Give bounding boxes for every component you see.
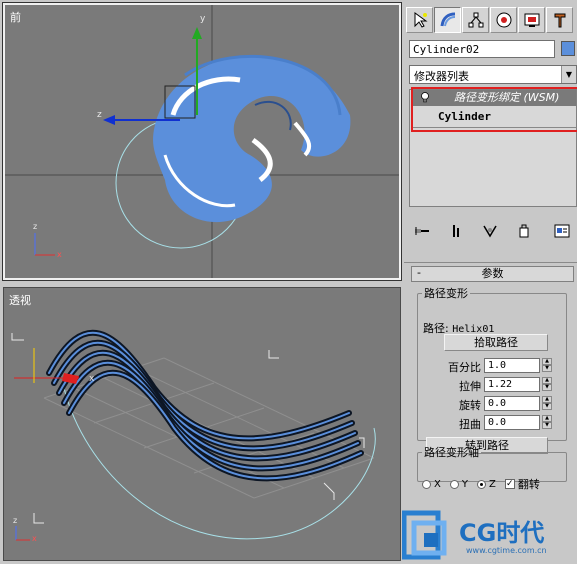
remove-modifier-icon <box>519 224 529 238</box>
flip-check-mark: ✓ <box>504 479 515 489</box>
modify-icon <box>440 12 455 27</box>
percent-field[interactable] <box>484 358 540 373</box>
modify-tab[interactable] <box>434 7 461 33</box>
axis-tripod: z x <box>13 516 37 543</box>
utilities-tab[interactable] <box>546 7 573 33</box>
path-deform-axis-group: 路径变形轴 X Y Z ✓ 翻转 <box>417 444 567 491</box>
object-name-row <box>409 40 577 58</box>
flip-label: 翻转 <box>517 478 540 491</box>
percent-spinner[interactable]: ▲ ▼ <box>542 358 552 373</box>
modifier-list-dropdown[interactable]: 修改器列表 ▼ <box>409 65 577 84</box>
make-unique-button[interactable] <box>480 222 500 240</box>
object-color-swatch[interactable] <box>561 41 575 56</box>
stretch-spinner-row: 拉伸 ▲▼ <box>418 377 568 393</box>
object-name-field[interactable] <box>409 40 555 58</box>
pick-path-button[interactable]: 拾取路径 <box>444 334 548 351</box>
deformed-cylinder-shape <box>153 54 351 223</box>
cgtime-watermark: CG时代 www.cgtime.com.cn <box>402 505 577 563</box>
display-tab[interactable] <box>518 7 545 33</box>
rotation-field[interactable] <box>484 396 540 411</box>
twist-spinner[interactable]: ▲ ▼ <box>542 415 552 430</box>
radio-y <box>449 479 459 489</box>
front-viewport[interactable]: 前 y z z x <box>2 2 402 281</box>
configure-sets-icon <box>554 224 570 238</box>
pin-stack-button[interactable] <box>412 222 432 240</box>
path-deform-group: 路径变形 路径: Helix01 拾取路径 百分比 ▲▼ 拉伸 ▲▼ 旋转 ▲▼… <box>417 285 568 454</box>
watermark-url: www.cgtime.com.cn <box>466 546 547 555</box>
perspective-viewport-label[interactable]: 透视 <box>9 292 31 308</box>
make-unique-icon <box>483 225 497 238</box>
front-viewport-label[interactable]: 前 <box>10 9 21 25</box>
modifier-list-label: 修改器列表 <box>414 70 469 83</box>
configure-sets-button[interactable] <box>552 222 572 240</box>
axis-x-label: X <box>434 478 441 490</box>
svg-text:z: z <box>33 222 37 231</box>
svg-text:y: y <box>200 14 206 24</box>
panel-divider <box>404 262 577 263</box>
axis-z-radio[interactable]: Z <box>476 478 496 490</box>
twist-label: 扭曲 <box>459 418 481 431</box>
axis-x-radio[interactable]: X <box>422 479 441 490</box>
create-icon <box>414 12 428 28</box>
hierarchy-icon <box>468 12 483 28</box>
perspective-viewport[interactable]: 透视 x z x <box>3 287 401 561</box>
remove-modifier-button[interactable] <box>514 222 534 240</box>
motion-icon <box>496 12 511 28</box>
show-end-result-button[interactable] <box>446 222 466 240</box>
svg-text:x: x <box>32 534 37 543</box>
motion-tab[interactable] <box>490 7 517 33</box>
svg-text:x: x <box>89 374 95 384</box>
watermark-brand: CG时代 <box>459 519 545 547</box>
show-end-result-icon <box>453 225 459 237</box>
rotation-spinner-row: 旋转 ▲▼ <box>418 396 568 412</box>
twist-spinner-row: 扭曲 ▲▼ <box>418 415 568 431</box>
rotation-spinner[interactable]: ▲ ▼ <box>542 396 552 411</box>
rotation-label: 旋转 <box>459 399 481 412</box>
parameters-rollout-title: 参数 <box>481 267 504 280</box>
pin-stack-icon <box>415 227 429 235</box>
axis-y-radio[interactable]: Y <box>449 478 468 490</box>
svg-text:z: z <box>97 110 102 120</box>
percent-label: 百分比 <box>448 361 481 374</box>
display-icon <box>524 13 539 27</box>
stretch-field[interactable] <box>484 377 540 392</box>
utilities-icon <box>554 13 565 28</box>
command-panel-tabs <box>406 7 576 35</box>
command-panel: 修改器列表 ▼ 路径变形绑定 (WSM) Cylinder <box>404 3 577 261</box>
percent-spinner-row: 百分比 ▲▼ <box>418 358 568 374</box>
collapse-icon: - <box>417 266 421 279</box>
front-viewport-scene: y z z x <box>5 5 399 278</box>
stack-toolbar <box>412 221 574 241</box>
svg-text:z: z <box>13 516 17 525</box>
chevron-down-icon: ▼ <box>561 66 576 83</box>
hierarchy-tab[interactable] <box>462 7 489 33</box>
stretch-label: 拉伸 <box>459 380 481 393</box>
axis-options: X Y Z ✓ 翻转 <box>422 476 568 492</box>
annotation-highlight-box <box>411 87 577 132</box>
radio-z <box>476 479 486 489</box>
axis-y-label: Y <box>461 478 468 490</box>
modifier-stack: 路径变形绑定 (WSM) Cylinder <box>409 87 577 207</box>
path-deform-axis-group-label: 路径变形轴 <box>424 446 479 459</box>
flip-checkbox[interactable]: ✓ 翻转 <box>504 476 540 492</box>
parameters-rollout-header[interactable]: - 参数 <box>411 266 574 282</box>
svg-text:x: x <box>57 250 62 259</box>
path-deform-group-label: 路径变形 <box>424 287 468 300</box>
perspective-viewport-scene: x z x <box>11 329 376 543</box>
create-tab[interactable] <box>406 7 433 33</box>
axis-z-label: Z <box>488 478 496 490</box>
twist-field[interactable] <box>484 415 540 430</box>
radio-x <box>422 479 431 489</box>
axis-tripod: z x <box>33 222 62 259</box>
cgtime-logo-icon <box>402 510 447 560</box>
stretch-spinner[interactable]: ▲ ▼ <box>542 377 552 392</box>
